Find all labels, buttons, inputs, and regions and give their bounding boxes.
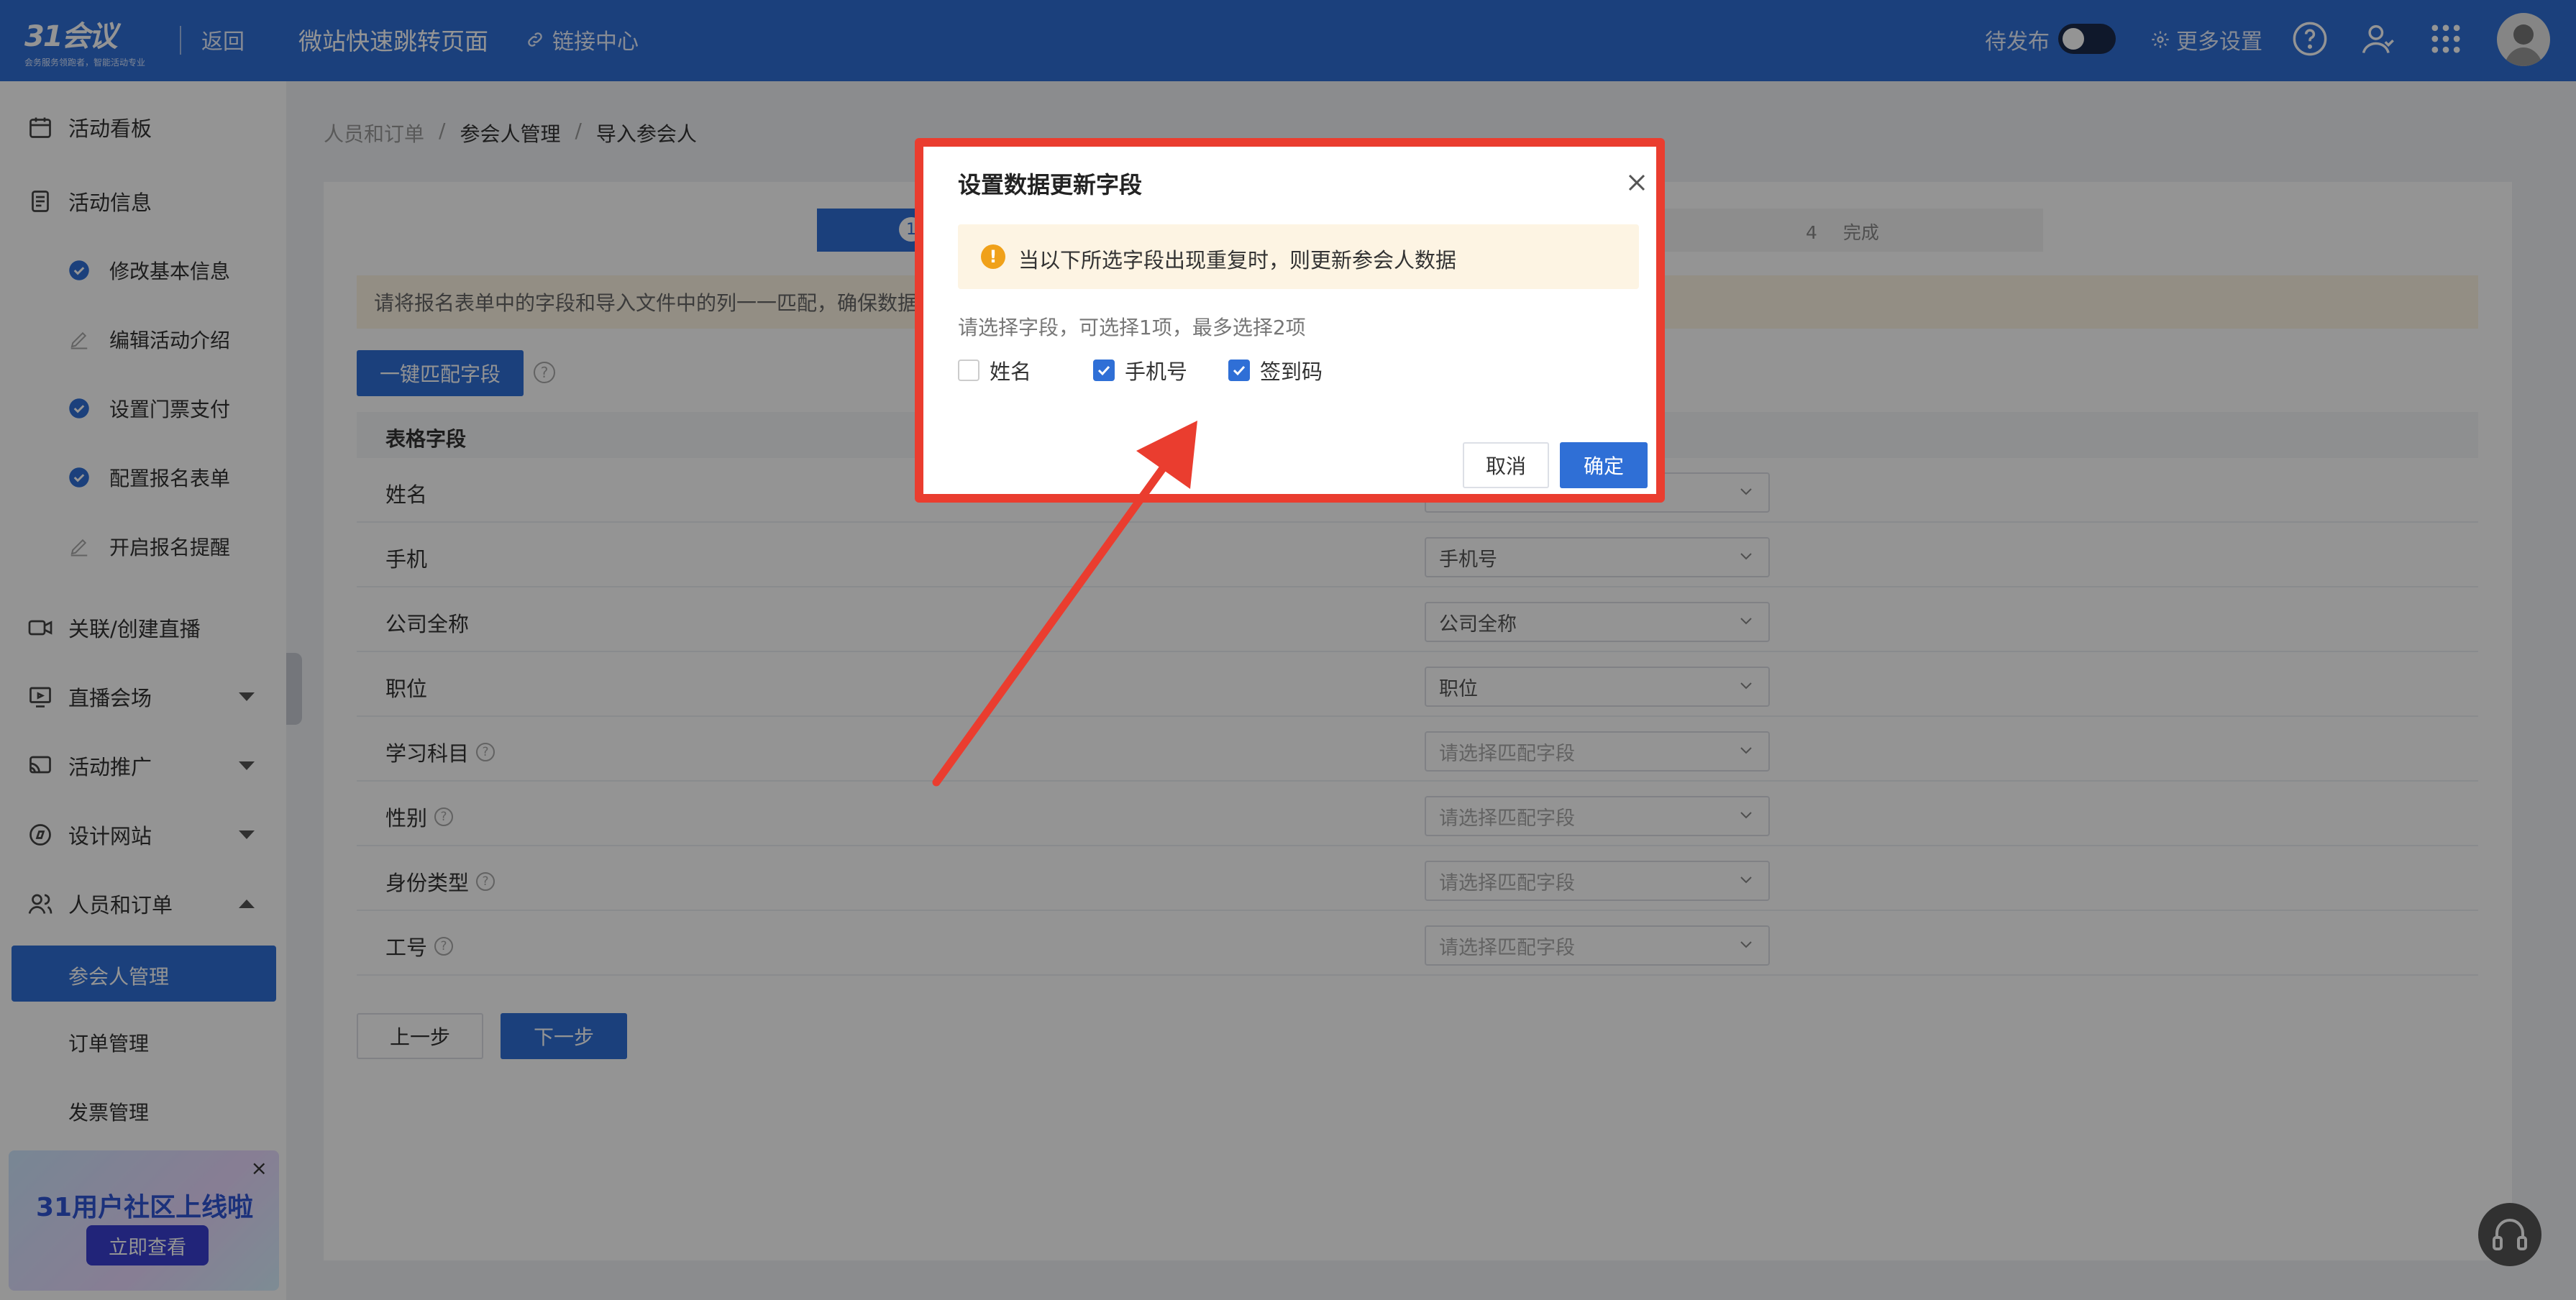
checkbox-phone[interactable]: 手机号 [1093,355,1187,385]
check-icon [1233,365,1246,376]
warning-text: 当以下所选字段出现重复时，则更新参会人数据 [1018,248,1457,273]
check-icon [1097,365,1110,376]
selection-hint: 请选择字段，可选择1项，最多选择2项 [958,316,1306,339]
update-fields-dialog: 设置数据更新字段 ! 当以下所选字段出现重复时，则更新参会人数据 请选择字段，可… [915,138,1665,503]
checkbox-label: 手机号 [1125,360,1188,384]
warning-alert: ! 当以下所选字段出现重复时，则更新参会人数据 [958,224,1639,289]
warning-icon: ! [981,244,1005,269]
checkbox-label: 签到码 [1260,360,1323,384]
checkbox-box[interactable] [1093,360,1115,381]
dialog-title: 设置数据更新字段 [958,171,1143,198]
checkbox-checkin-code[interactable]: 签到码 [1228,355,1323,385]
checkbox-name[interactable]: 姓名 [958,355,1031,385]
checkbox-box[interactable] [958,360,979,381]
checkbox-label: 姓名 [990,360,1032,384]
checkbox-box[interactable] [1228,360,1250,381]
confirm-button[interactable]: 确定 [1560,442,1648,488]
cancel-button[interactable]: 取消 [1463,442,1549,488]
close-icon[interactable] [1622,168,1651,197]
